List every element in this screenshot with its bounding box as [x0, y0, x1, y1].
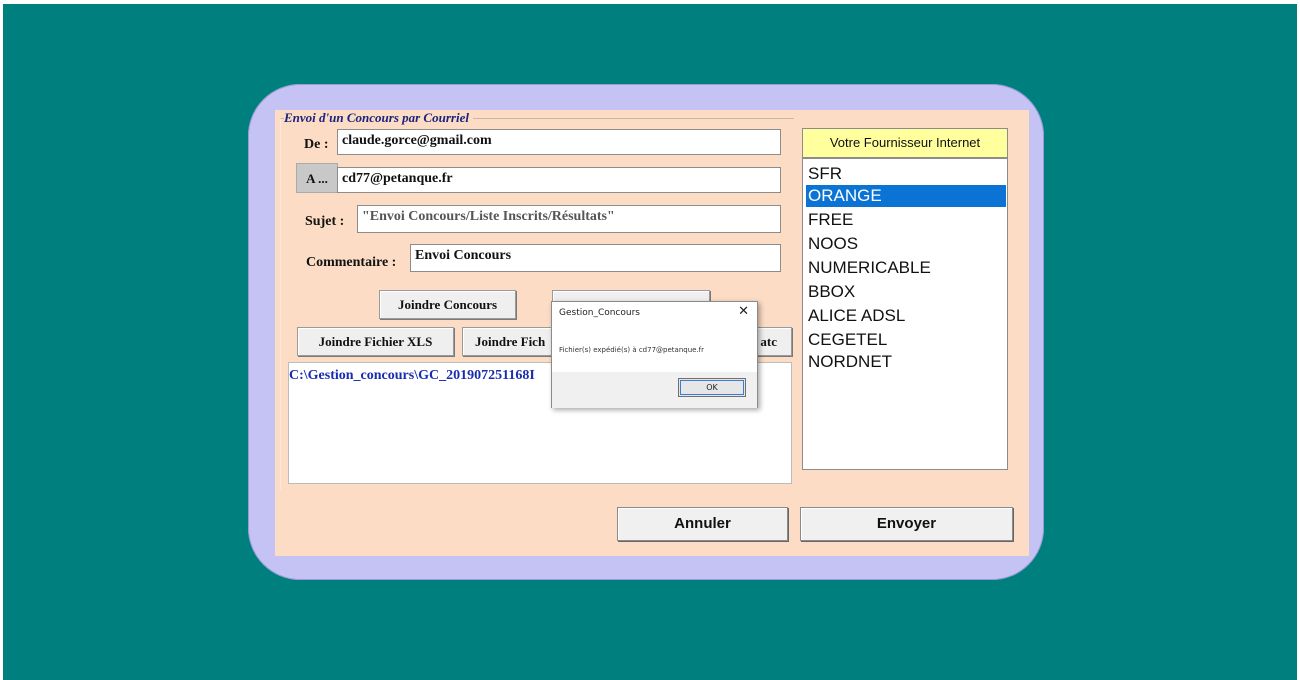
- provider-item-bbox[interactable]: BBOX: [806, 281, 1006, 303]
- a-button[interactable]: A ...: [296, 163, 338, 193]
- dialog-message: Fichier(s) expédié(s) à cd77@petanque.fr: [559, 346, 705, 354]
- dialog-footer: OK: [552, 372, 757, 408]
- annuler-button[interactable]: Annuler: [617, 507, 788, 541]
- provider-item-cegetel[interactable]: CEGETEL: [806, 329, 1006, 351]
- group-title: Envoi d'un Concours par Courriel: [284, 110, 473, 126]
- sujet-field[interactable]: "Envoi Concours/Liste Inscrits/Résultats…: [357, 205, 781, 233]
- ok-button[interactable]: OK: [678, 378, 746, 397]
- de-label: De :: [304, 137, 329, 152]
- joindre-fichier-xls-button[interactable]: Joindre Fichier XLS: [297, 327, 454, 356]
- a-field[interactable]: cd77@petanque.fr: [337, 167, 781, 193]
- dialog-title: Gestion_Concours: [559, 308, 640, 318]
- envoyer-button[interactable]: Envoyer: [800, 507, 1013, 541]
- provider-listbox[interactable]: SFR ORANGE FREE NOOS NUMERICABLE BBOX AL…: [802, 158, 1008, 470]
- provider-item-nordnet[interactable]: NORDNET: [806, 351, 1006, 373]
- provider-item-numericable[interactable]: NUMERICABLE: [806, 257, 1006, 279]
- provider-item-free[interactable]: FREE: [806, 209, 1006, 231]
- provider-list-header: Votre Fournisseur Internet: [802, 128, 1008, 158]
- de-field[interactable]: claude.gorce@gmail.com: [337, 129, 781, 155]
- message-dialog: Gestion_Concours ✕ Fichier(s) expédié(s)…: [551, 301, 758, 408]
- attachment-path: C:\Gestion_concours\GC_201907251168I: [289, 368, 535, 383]
- provider-item-sfr[interactable]: SFR: [806, 163, 1006, 185]
- commentaire-label: Commentaire :: [306, 255, 397, 270]
- joindre-concours-button[interactable]: Joindre Concours: [379, 290, 516, 319]
- sujet-label: Sujet :: [305, 214, 345, 229]
- provider-item-noos[interactable]: NOOS: [806, 233, 1006, 255]
- provider-item-alice-adsl[interactable]: ALICE ADSL: [806, 305, 1006, 327]
- close-icon[interactable]: ✕: [738, 304, 749, 319]
- commentaire-field[interactable]: Envoi Concours: [410, 244, 781, 272]
- provider-item-orange[interactable]: ORANGE: [806, 185, 1006, 207]
